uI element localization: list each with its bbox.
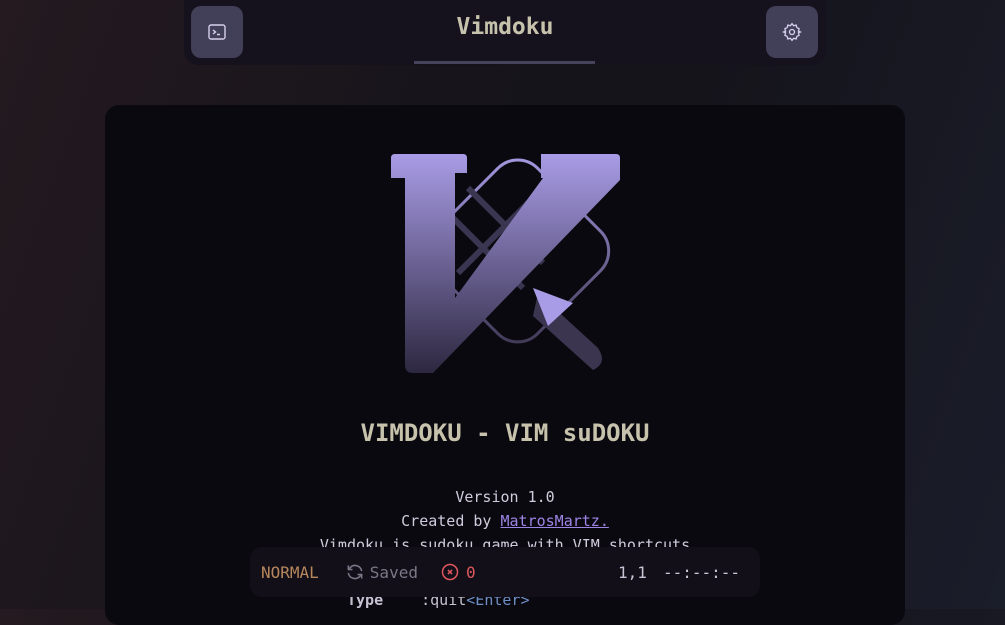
app-title: Vimdoku (456, 14, 554, 40)
saved-text: Saved (369, 562, 418, 582)
vim-mode: NORMAL (261, 562, 319, 582)
version-text: Version 1.0 (455, 488, 555, 506)
status-bar: NORMAL Saved 0 1,1 --:--:-- (250, 547, 760, 597)
cursor-position: 1,1 (618, 562, 647, 582)
sync-icon (347, 564, 363, 580)
gear-icon (782, 22, 802, 42)
timer: --:--:-- (662, 562, 740, 582)
save-status: Saved (345, 562, 418, 582)
settings-button[interactable] (766, 6, 818, 58)
error-count-value: 0 (465, 562, 476, 582)
error-icon (441, 563, 459, 581)
top-bar: Vimdoku (184, 0, 826, 65)
title-underline (414, 61, 595, 64)
vimdoku-logo (391, 154, 620, 373)
created-by-label: Created by (401, 512, 492, 530)
error-count: 0 (440, 562, 476, 582)
welcome-heading: VIMDOKU - VIM suDOKU (360, 419, 650, 447)
author-link[interactable]: MatrosMartz. (500, 512, 608, 530)
